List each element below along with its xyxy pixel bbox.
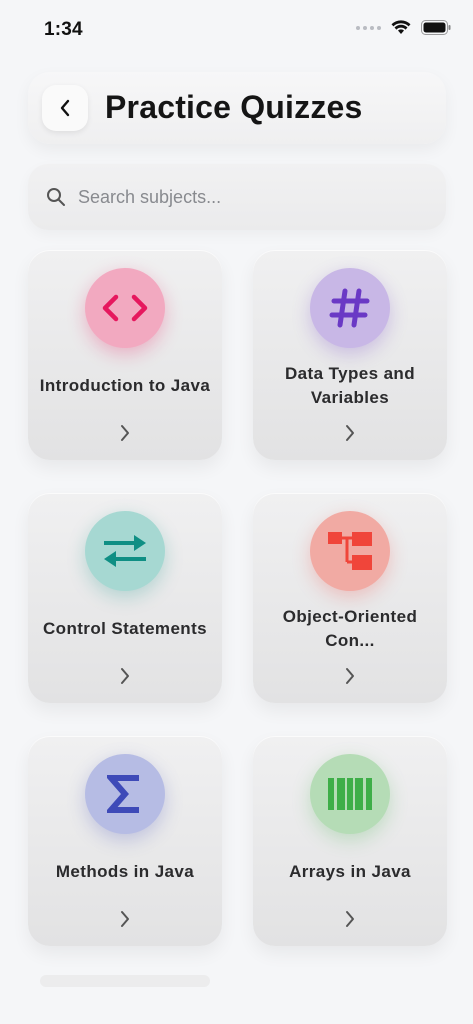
status-time: 1:34 <box>44 19 83 40</box>
signal-icon <box>356 25 381 30</box>
card-title: Control Statements <box>43 619 207 638</box>
icon-circle <box>85 754 165 834</box>
chevron-right-icon <box>121 668 129 684</box>
subject-card-arrays[interactable]: Arrays in Java <box>253 736 447 946</box>
icon-circle <box>85 511 165 591</box>
subject-card-methods[interactable]: Methods in Java <box>28 736 222 946</box>
icon-circle <box>310 511 390 591</box>
next-card-peek <box>40 975 210 987</box>
back-button[interactable] <box>42 85 88 131</box>
chevron-right-icon <box>121 425 129 441</box>
subject-card-introduction-to-java[interactable]: Introduction to Java <box>28 250 222 460</box>
card-title: Methods in Java <box>55 862 195 881</box>
hierarchy-icon <box>328 532 372 570</box>
icon-circle <box>85 268 165 348</box>
wifi-icon <box>391 20 411 35</box>
sigma-icon <box>107 775 139 813</box>
search-icon <box>47 188 65 206</box>
battery-icon <box>421 20 451 35</box>
card-title: Arrays in Java <box>289 862 411 881</box>
code-brackets-icon <box>102 294 148 322</box>
card-title: Data Types and Variables <box>285 364 415 407</box>
chevron-right-icon <box>121 911 129 927</box>
status-bar: 1:34 <box>0 0 473 60</box>
swap-arrows-icon <box>104 535 146 567</box>
chevron-right-icon <box>346 668 354 684</box>
page-title: Practice Quizzes <box>105 89 363 125</box>
chevron-left-icon <box>60 99 70 117</box>
status-indicators <box>356 20 451 35</box>
search-input[interactable] <box>78 182 418 212</box>
chevron-right-icon <box>346 425 354 441</box>
array-bars-icon <box>328 778 372 810</box>
card-title: Object-Oriented Con... <box>282 607 418 650</box>
header-bar: Practice Quizzes <box>28 72 446 144</box>
icon-circle <box>310 754 390 834</box>
hash-icon <box>329 288 370 328</box>
chevron-right-icon <box>346 911 354 927</box>
subject-card-data-types[interactable]: Data Types and Variables <box>253 250 447 460</box>
subject-card-object-oriented[interactable]: Object-Oriented Con... <box>253 493 447 703</box>
card-title: Introduction to Java <box>39 376 211 395</box>
search-bar[interactable] <box>28 164 446 230</box>
icon-circle <box>310 268 390 348</box>
subject-card-control-statements[interactable]: Control Statements <box>28 493 222 703</box>
